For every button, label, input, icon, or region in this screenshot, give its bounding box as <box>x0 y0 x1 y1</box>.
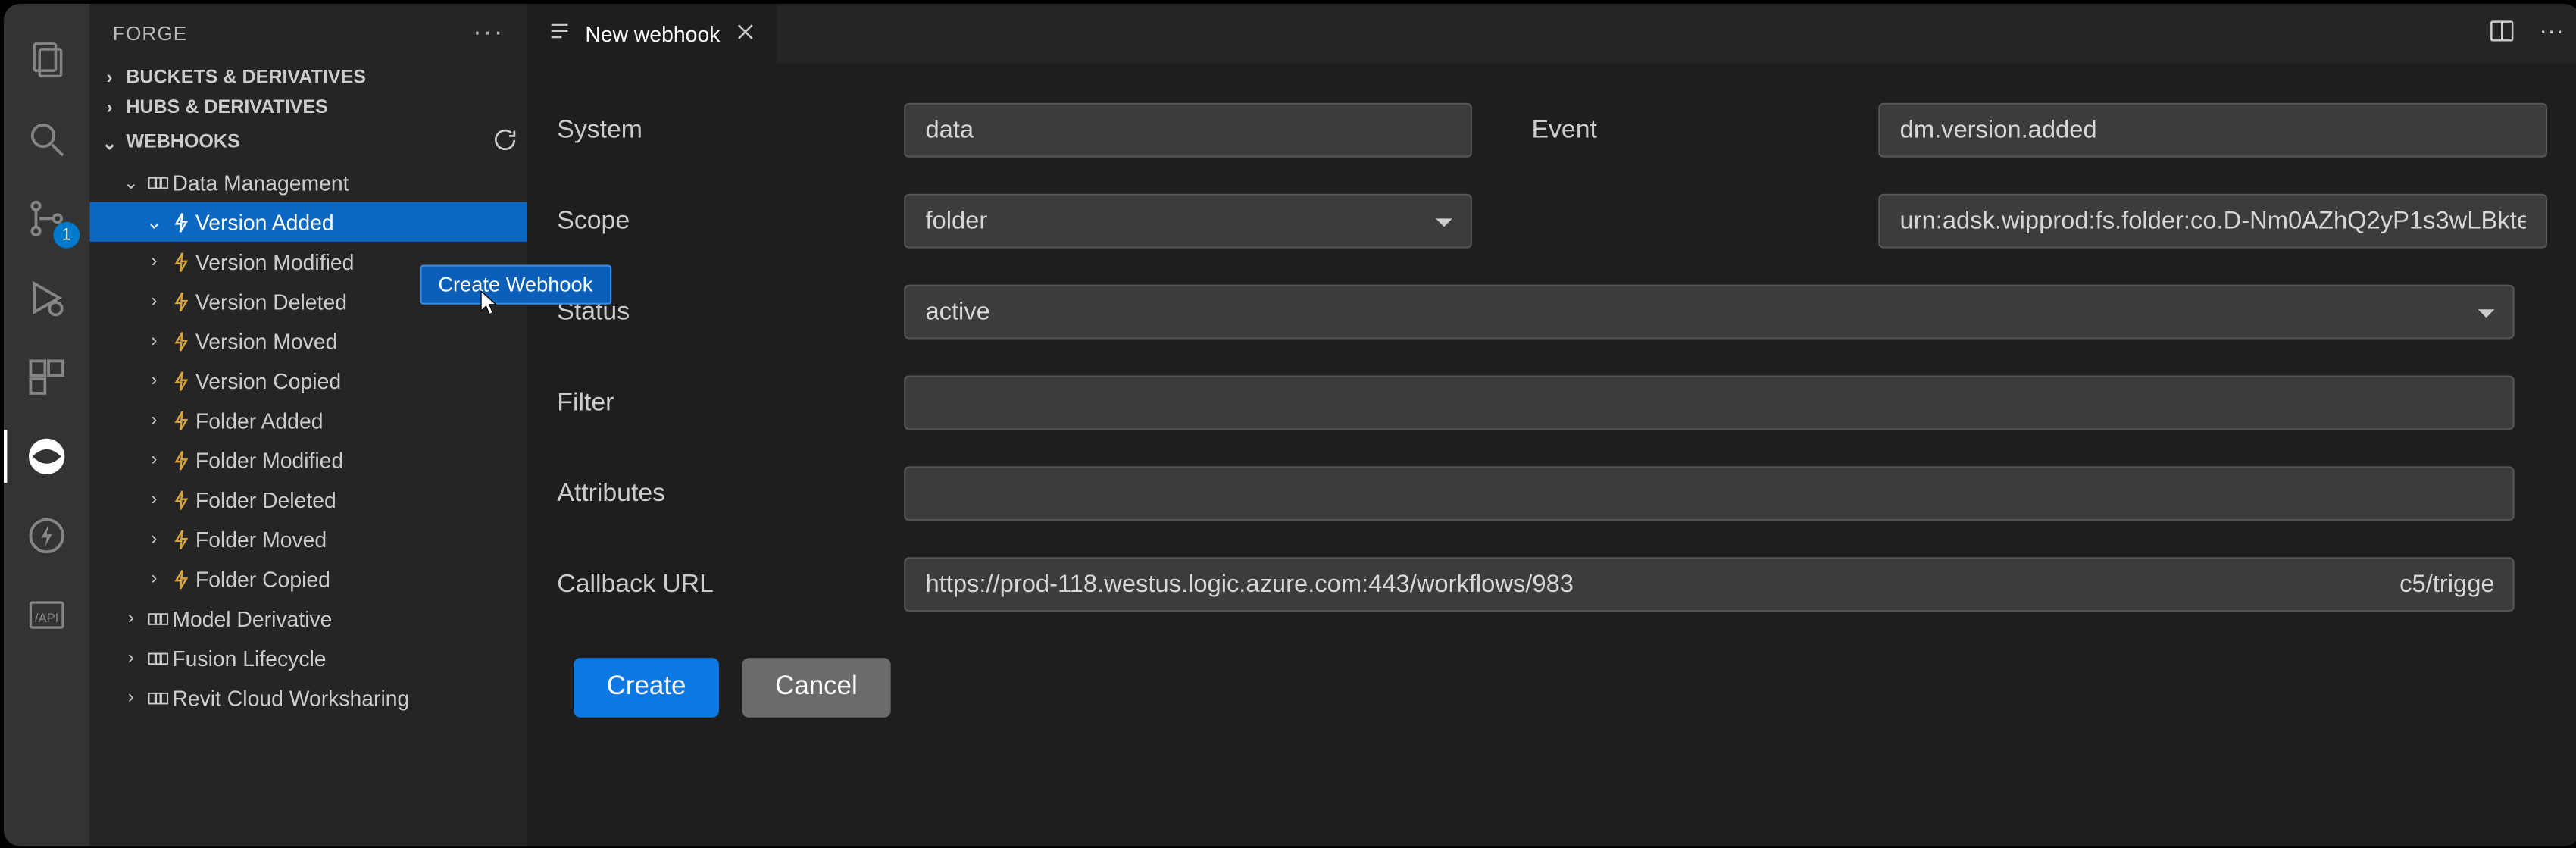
api-icon[interactable]: /API <box>4 575 89 655</box>
input-system[interactable] <box>904 103 1472 158</box>
tree-version-moved[interactable]: › Version Moved <box>89 321 527 361</box>
section-webhooks-label: WEBHOOKS <box>126 133 239 152</box>
sidebar: FORGE ··· ›BUCKETS & DERIVATIVES ›HUBS &… <box>89 4 527 846</box>
editor-area: New webhook ··· System Event Scope folde… <box>527 4 2576 846</box>
source-control-icon[interactable]: 1 <box>4 179 89 258</box>
tree-item-label: Data Management <box>172 170 349 195</box>
event-icon <box>166 566 195 591</box>
extensions-icon[interactable] <box>4 337 89 417</box>
tree-item-label: Folder Moved <box>195 527 327 552</box>
input-callback-url[interactable] <box>904 557 2515 612</box>
more-actions-icon[interactable]: ··· <box>2539 16 2564 51</box>
label-system: System <box>557 115 904 145</box>
tree-item-label: Folder Deleted <box>195 487 336 512</box>
tree-item-label: Folder Added <box>195 408 324 433</box>
explorer-icon[interactable] <box>4 20 89 100</box>
preview-icon <box>547 19 572 49</box>
tree-version-added[interactable]: ⌄ Version Added <box>89 202 527 242</box>
tree-item-label: Folder Copied <box>195 566 330 591</box>
group-icon <box>142 646 172 671</box>
group-icon <box>142 606 172 631</box>
tree-fusion-lifecycle[interactable]: › Fusion Lifecycle <box>89 638 527 677</box>
tree-item-label: Version Copied <box>195 368 341 393</box>
tab-title: New webhook <box>585 21 720 46</box>
event-icon <box>166 408 195 433</box>
label-filter: Filter <box>557 388 904 418</box>
tree-item-label: Version Deleted <box>195 289 347 314</box>
more-icon[interactable]: ··· <box>473 19 504 49</box>
label-attributes: Attributes <box>557 479 904 508</box>
cursor-icon <box>480 289 503 321</box>
svg-text:/API: /API <box>35 611 58 625</box>
tree-revit-cloud[interactable]: › Revit Cloud Worksharing <box>89 677 527 717</box>
tree-item-label: Version Added <box>195 209 334 234</box>
webhook-form: System Event Scope folder Status active … <box>527 63 2576 757</box>
input-scope-id[interactable] <box>1878 194 2547 249</box>
event-icon <box>166 328 195 353</box>
section-buckets[interactable]: ›BUCKETS & DERIVATIVES <box>89 63 527 92</box>
tree-folder-moved[interactable]: › Folder Moved <box>89 519 527 559</box>
tab-bar: New webhook ··· <box>527 4 2576 63</box>
activity-bar: 1 /API <box>4 4 89 846</box>
event-icon <box>166 249 195 274</box>
tree-folder-copied[interactable]: › Folder Copied <box>89 559 527 598</box>
tab-actions: ··· <box>2488 16 2564 51</box>
group-icon <box>142 685 172 710</box>
tree-version-copied[interactable]: › Version Copied <box>89 361 527 400</box>
bolt-icon[interactable] <box>4 496 89 576</box>
input-attributes[interactable] <box>904 466 2515 521</box>
tree-item-label: Version Modified <box>195 249 355 274</box>
label-event: Event <box>1532 115 1879 145</box>
tree-data-management[interactable]: ⌄ Data Management <box>89 162 527 202</box>
cancel-button[interactable]: Cancel <box>742 658 891 717</box>
tooltip-create-webhook[interactable]: Create Webhook <box>420 264 611 304</box>
select-status[interactable]: active <box>904 285 2515 340</box>
event-icon <box>166 289 195 314</box>
section-webhooks[interactable]: ⌄WEBHOOKS <box>89 123 527 162</box>
tree-folder-modified[interactable]: › Folder Modified <box>89 440 527 480</box>
scm-badge: 1 <box>53 222 80 249</box>
select-scope[interactable]: folder <box>904 194 1472 249</box>
close-icon[interactable] <box>733 20 757 48</box>
section-hubs[interactable]: ›HUBS & DERIVATIVES <box>89 93 527 123</box>
sidebar-title: FORGE <box>113 22 187 45</box>
label-scope: Scope <box>557 206 904 236</box>
search-icon[interactable] <box>4 99 89 179</box>
event-icon <box>166 527 195 552</box>
section-hubs-label: HUBS & DERIVATIVES <box>126 98 328 117</box>
input-filter[interactable] <box>904 376 2515 430</box>
tree-folder-added[interactable]: › Folder Added <box>89 400 527 440</box>
event-icon <box>166 368 195 393</box>
tree-folder-deleted[interactable]: › Folder Deleted <box>89 480 527 519</box>
group-icon <box>142 170 172 195</box>
event-icon <box>166 487 195 512</box>
tree-item-label: Revit Cloud Worksharing <box>172 685 409 710</box>
input-event[interactable] <box>1878 103 2547 158</box>
tree-item-label: Version Moved <box>195 328 337 353</box>
section-buckets-label: BUCKETS & DERIVATIVES <box>126 68 366 88</box>
event-icon <box>166 209 195 234</box>
split-editor-icon[interactable] <box>2488 16 2516 51</box>
tab-new-webhook[interactable]: New webhook <box>527 4 776 63</box>
create-button[interactable]: Create <box>574 658 719 717</box>
event-icon <box>166 447 195 472</box>
forge-icon[interactable] <box>4 417 89 496</box>
tree-item-label: Model Derivative <box>172 606 332 631</box>
tree-item-label: Folder Modified <box>195 447 343 472</box>
label-callback-url: Callback URL <box>557 570 904 599</box>
refresh-icon[interactable] <box>492 128 517 158</box>
tree-item-label: Fusion Lifecycle <box>172 646 326 671</box>
sidebar-header: FORGE ··· <box>89 4 527 63</box>
tree-model-derivative[interactable]: › Model Derivative <box>89 599 527 638</box>
run-debug-icon[interactable] <box>4 258 89 338</box>
